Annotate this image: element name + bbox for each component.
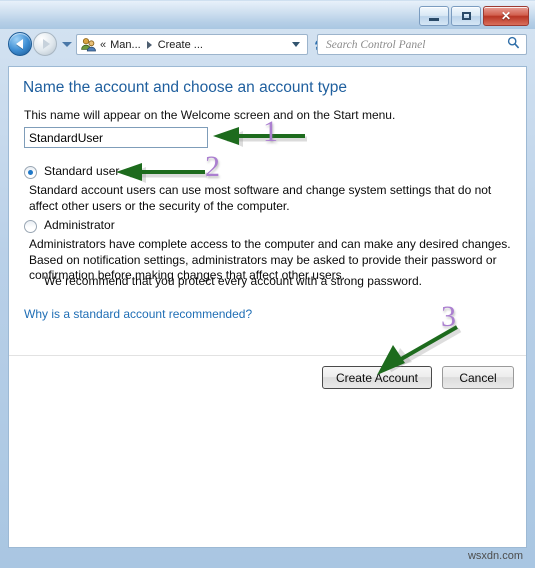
- annotation-number-1: 1: [263, 115, 278, 148]
- annotation-number-2: 2: [205, 150, 220, 183]
- dialog-buttons: Create Account Cancel: [322, 366, 514, 389]
- user-accounts-icon: [80, 37, 97, 53]
- account-name-input[interactable]: [24, 127, 208, 148]
- breadcrumb-separator-icon: [146, 40, 152, 49]
- content-panel: Name the account and choose an account t…: [8, 66, 527, 548]
- standard-user-radio[interactable]: [24, 166, 37, 179]
- chevron-down-icon[interactable]: [62, 41, 72, 47]
- search-input[interactable]: Search Control Panel: [326, 39, 425, 51]
- close-button[interactable]: ✕: [483, 6, 529, 26]
- standard-user-label: Standard user: [44, 164, 120, 178]
- breadcrumb-overflow[interactable]: «: [100, 39, 106, 51]
- annotation-number-3: 3: [441, 300, 456, 333]
- close-icon: ✕: [500, 9, 512, 23]
- title-bar: ✕: [0, 0, 535, 29]
- address-bar[interactable]: « Man... Create ...: [76, 34, 308, 55]
- arrow-right-icon: [42, 39, 50, 49]
- navigation-toolbar: « Man... Create ... Search Control Panel: [0, 28, 535, 64]
- back-button[interactable]: [8, 32, 32, 56]
- why-standard-account-link[interactable]: Why is a standard account recommended?: [24, 307, 252, 321]
- minimize-button[interactable]: [419, 6, 449, 26]
- nav-buttons: [8, 32, 72, 56]
- arrow-left-icon: [15, 39, 23, 49]
- breadcrumb-item-manage[interactable]: Man...: [110, 39, 141, 51]
- window-controls: ✕: [419, 6, 529, 26]
- annotation-arrow-1: [213, 127, 307, 147]
- control-panel-window: ✕ « Man... Create ... Search Control Pan…: [0, 0, 535, 568]
- password-recommendation: We recommend that you protect every acco…: [44, 274, 422, 288]
- page-title: Name the account and choose an account t…: [23, 79, 347, 96]
- administrator-label: Administrator: [44, 218, 115, 232]
- breadcrumb-item-create[interactable]: Create ...: [158, 39, 203, 51]
- standard-user-description: Standard account users can use most soft…: [29, 183, 492, 213]
- search-box[interactable]: Search Control Panel: [317, 34, 527, 55]
- maximize-button[interactable]: [451, 6, 481, 26]
- search-icon: [507, 36, 520, 54]
- page-subtext: This name will appear on the Welcome scr…: [24, 108, 396, 122]
- watermark: wsxdn.com: [467, 550, 523, 562]
- maximize-icon: [461, 12, 471, 20]
- forward-button[interactable]: [33, 32, 57, 56]
- create-account-button[interactable]: Create Account: [322, 366, 432, 389]
- administrator-radio[interactable]: [24, 220, 37, 233]
- button-separator: [9, 355, 526, 356]
- minimize-icon: [429, 18, 439, 21]
- address-dropdown-icon[interactable]: [292, 42, 300, 47]
- cancel-button[interactable]: Cancel: [442, 366, 514, 389]
